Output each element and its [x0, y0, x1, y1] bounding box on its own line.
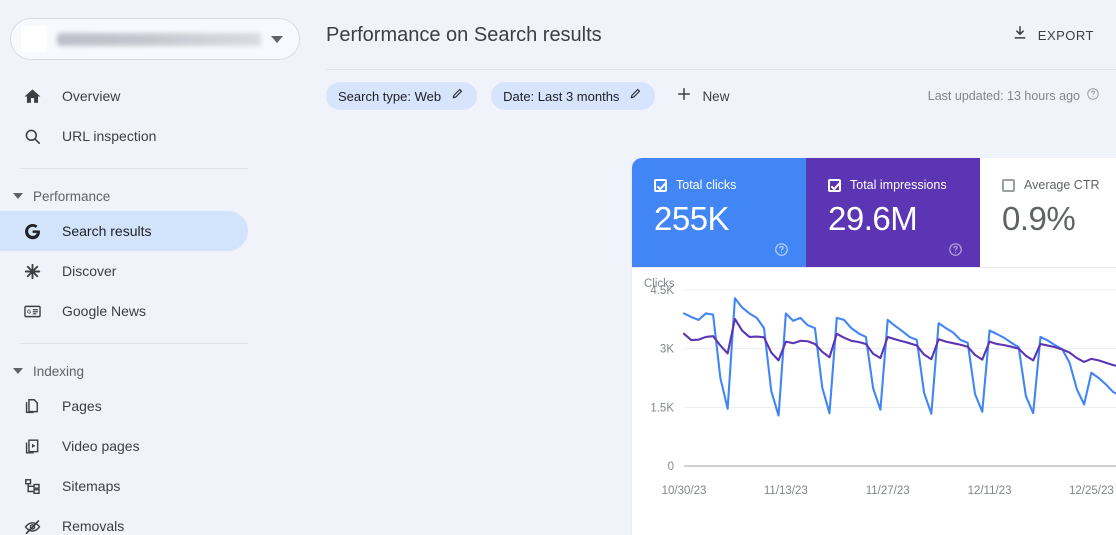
- sidebar-item-discover[interactable]: Discover: [0, 251, 248, 291]
- sitemaps-icon: [20, 474, 44, 498]
- sidebar-item-label: Pages: [62, 398, 102, 414]
- sidebar-item-google-news[interactable]: G Google News: [0, 291, 248, 331]
- sidebar-nav: Overview URL inspection Performance Sear…: [0, 76, 310, 535]
- chevron-down-icon[interactable]: [271, 35, 283, 43]
- sidebar-divider-1: [20, 168, 248, 169]
- page-header: Performance on Search results EXPORT: [310, 0, 1116, 70]
- sidebar-group-label: Performance: [33, 188, 111, 204]
- pages-icon: [20, 394, 44, 418]
- export-button[interactable]: EXPORT: [1011, 24, 1100, 47]
- metric-label: Total clicks: [676, 178, 737, 192]
- metric-checkbox[interactable]: [1002, 178, 1015, 192]
- sidebar: Overview URL inspection Performance Sear…: [0, 0, 310, 535]
- metric-checkbox[interactable]: [654, 178, 667, 192]
- sidebar-group-indexing[interactable]: Indexing: [0, 356, 310, 386]
- metric-checkbox[interactable]: [828, 178, 841, 192]
- sidebar-item-label: Discover: [62, 263, 117, 279]
- property-name-redacted: [57, 32, 261, 46]
- main-content: Performance on Search results EXPORT Sea…: [310, 0, 1116, 535]
- help-circle-icon[interactable]: [774, 242, 789, 257]
- last-updated-text: Last updated: 13 hours ago: [927, 89, 1080, 103]
- sidebar-divider-2: [20, 343, 248, 344]
- performance-chart: Clicks Impressions 001.5K200K3K400K4.5K6…: [632, 268, 1116, 535]
- google-news-icon: G: [20, 299, 44, 323]
- download-icon: [1011, 24, 1029, 47]
- sidebar-item-pages[interactable]: Pages: [0, 386, 248, 426]
- sidebar-item-label: Video pages: [62, 438, 140, 454]
- svg-text:11/13/23: 11/13/23: [764, 485, 808, 497]
- svg-text:0: 0: [668, 461, 674, 473]
- property-favicon: [21, 26, 47, 52]
- metric-card-average-ctr[interactable]: Average CTR 0.9%: [980, 158, 1116, 267]
- metric-card-total-impressions[interactable]: Total impressions 29.6M: [806, 158, 980, 267]
- metric-value: 0.9%: [1002, 200, 1076, 237]
- svg-text:G: G: [27, 309, 31, 315]
- filter-bar: Search type: Web Date: Last 3 months New…: [310, 70, 1116, 122]
- chip-label: Date: Last 3 months: [503, 88, 620, 104]
- new-filter-button[interactable]: New: [669, 85, 735, 108]
- filter-chip-search-type[interactable]: Search type: Web: [326, 82, 478, 110]
- metric-card-total-clicks[interactable]: Total clicks 255K: [632, 158, 806, 267]
- caret-down-icon: [13, 193, 23, 199]
- sidebar-item-label: Sitemaps: [62, 478, 121, 494]
- header-divider: [326, 69, 1116, 70]
- sidebar-item-label: Overview: [62, 88, 121, 104]
- last-updated: Last updated: 13 hours ago: [928, 87, 1100, 106]
- sidebar-item-search-results[interactable]: Search results: [0, 211, 248, 251]
- svg-text:1.5K: 1.5K: [650, 402, 674, 414]
- sidebar-item-label: Search results: [62, 223, 152, 239]
- svg-text:12/11/23: 12/11/23: [968, 485, 1012, 497]
- help-circle-icon[interactable]: [948, 242, 963, 257]
- metric-value: 255K: [654, 200, 730, 237]
- page-title: Performance on Search results: [326, 23, 602, 46]
- sidebar-item-removals[interactable]: Removals: [0, 506, 248, 535]
- sidebar-item-video-pages[interactable]: Video pages: [0, 426, 248, 466]
- pencil-icon[interactable]: [451, 87, 465, 106]
- video-pages-icon: [20, 434, 44, 458]
- metric-header: Total impressions: [828, 178, 963, 192]
- metric-label: Total impressions: [850, 178, 947, 192]
- sidebar-item-url-inspection[interactable]: URL inspection: [0, 116, 248, 156]
- metric-label: Average CTR: [1024, 178, 1100, 192]
- export-label: EXPORT: [1037, 27, 1094, 43]
- plus-icon: [675, 85, 693, 108]
- pencil-icon[interactable]: [629, 87, 643, 106]
- filter-chip-date[interactable]: Date: Last 3 months: [491, 82, 656, 110]
- help-circle-icon[interactable]: [1086, 87, 1100, 106]
- sidebar-item-overview[interactable]: Overview: [0, 76, 248, 116]
- sidebar-item-label: Google News: [62, 303, 147, 319]
- discover-asterisk-icon: [20, 259, 44, 283]
- metric-header: Average CTR: [1002, 178, 1116, 192]
- new-label: New: [702, 88, 730, 104]
- svg-text:12/25/23: 12/25/23: [1069, 485, 1114, 497]
- metric-cards: Total clicks 255K Total impressions 29.6…: [632, 158, 1116, 268]
- chip-label: Search type: Web: [338, 88, 442, 104]
- sidebar-item-sitemaps[interactable]: Sitemaps: [0, 466, 248, 506]
- sidebar-group-performance[interactable]: Performance: [0, 181, 310, 211]
- sidebar-item-label: Removals: [62, 518, 125, 534]
- home-icon: [20, 84, 44, 108]
- sidebar-group-label: Indexing: [33, 363, 85, 379]
- search-console-app: Overview URL inspection Performance Sear…: [0, 0, 1116, 535]
- google-g-icon: [20, 219, 44, 243]
- search-icon: [20, 124, 44, 148]
- property-selector[interactable]: [10, 18, 300, 60]
- svg-text:4.5K: 4.5K: [650, 285, 674, 297]
- chart-canvas: 001.5K200K3K400K4.5K600K10/30/2311/13/23…: [650, 285, 1116, 497]
- svg-text:3K: 3K: [660, 344, 674, 356]
- svg-text:11/27/23: 11/27/23: [866, 485, 910, 497]
- svg-text:10/30/23: 10/30/23: [662, 485, 707, 497]
- performance-panel: Total clicks 255K Total impressions 29.6…: [632, 158, 1116, 535]
- metric-value: 29.6M: [828, 200, 918, 237]
- metric-header: Total clicks: [654, 178, 789, 192]
- removals-eye-off-icon: [20, 514, 44, 535]
- sidebar-item-label: URL inspection: [62, 128, 157, 144]
- caret-down-icon: [13, 368, 23, 374]
